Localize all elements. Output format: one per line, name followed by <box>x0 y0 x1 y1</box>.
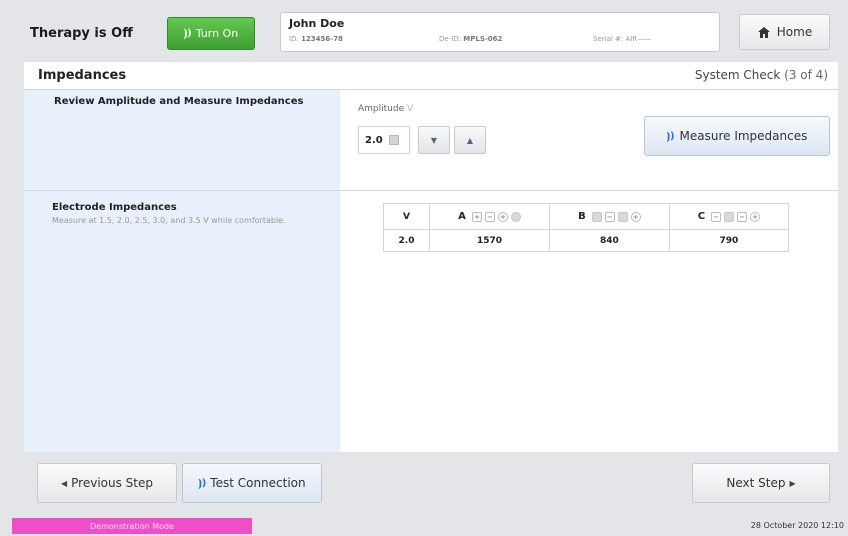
amplitude-section-title: Review Amplitude and Measure Impedances <box>54 96 304 107</box>
chevron-down-icon: ▼ <box>430 135 438 145</box>
divider <box>24 190 838 191</box>
turn-on-label: Turn On <box>195 27 239 40</box>
chevron-up-icon: ▲ <box>466 135 474 145</box>
caret-right-icon: ▶ <box>789 478 796 488</box>
patient-deid: De-ID: MPLS-062 <box>439 35 503 43</box>
amplitude-up-button[interactable]: ▲ <box>454 126 486 154</box>
turn-on-button[interactable]: ⦘) Turn On <box>167 17 255 50</box>
demo-mode-badge: Demonstration Mode <box>12 518 252 534</box>
plus-icon: + <box>471 211 482 222</box>
plus-circle-icon: + <box>750 211 761 222</box>
amplitude-label: Amplitude V <box>358 104 414 114</box>
electrode-section-title: Electrode Impedances <box>52 202 177 213</box>
top-bar: Therapy is Off ⦘) Turn On John Doe ID: 1… <box>0 0 848 62</box>
minus-icon: − <box>737 211 748 222</box>
minus-icon: − <box>604 211 615 222</box>
datetime: 28 October 2020 12:10 <box>750 521 844 530</box>
table-cell: 2.0 <box>383 229 430 252</box>
patient-card: John Doe ID: 123456-78 De-ID: MPLS-062 S… <box>280 12 720 52</box>
column-header-c: C − − + <box>668 203 790 230</box>
next-step-button[interactable]: Next Step ▶ <box>692 463 830 503</box>
test-connection-label: Test Connection <box>210 476 306 490</box>
divider <box>24 89 838 90</box>
left-column <box>24 90 340 452</box>
page-title: Impedances <box>38 68 127 83</box>
column-header-a: A + − + <box>429 203 550 230</box>
home-icon <box>757 26 770 38</box>
minus-icon: − <box>484 211 495 222</box>
table-cell: 1570 <box>429 229 550 252</box>
main-panel: Impedances System Check (3 of 4) Review … <box>24 62 838 452</box>
table-cell: 790 <box>668 229 790 252</box>
measure-impedances-label: Measure Impedances <box>679 129 808 143</box>
signal-wave-icon: ⦘) <box>198 477 207 489</box>
off-icon <box>591 211 602 222</box>
patient-serial: Serial #: AIR—— <box>593 35 652 43</box>
column-header-v: V <box>383 203 430 230</box>
test-connection-button[interactable]: ⦘) Test Connection <box>182 463 322 503</box>
amplitude-value: 2.0 <box>365 134 383 146</box>
system-check-label: System Check <box>694 68 781 82</box>
next-step-label: Next Step <box>726 476 786 490</box>
previous-step-button[interactable]: ◀ Previous Step <box>37 463 177 503</box>
impedance-table: V A + − + B − + C − − + 2.0 1570 840 790 <box>383 203 790 252</box>
patient-id: ID: 123456-78 <box>289 35 343 43</box>
system-check-progress: System Check (3 of 4) <box>695 68 828 82</box>
case-icon <box>510 211 521 222</box>
off-icon <box>724 211 735 222</box>
keypad-icon <box>388 135 399 145</box>
minus-icon: − <box>711 211 722 222</box>
measure-impedances-button[interactable]: ⦘) Measure Impedances <box>644 116 830 156</box>
plus-circle-icon: + <box>497 211 508 222</box>
table-cell: 840 <box>549 229 670 252</box>
home-label: Home <box>776 25 813 39</box>
previous-step-label: Previous Step <box>71 476 153 490</box>
electrode-section-description: Measure at 1.5, 2.0, 2.5, 3.0, and 3.5 V… <box>52 216 286 225</box>
signal-wave-icon: ⦘) <box>183 28 192 39</box>
column-header-b: B − + <box>549 203 670 230</box>
caret-left-icon: ◀ <box>60 478 68 488</box>
table-header-row: V A + − + B − + C − − + <box>383 203 790 230</box>
step-count: (3 of 4) <box>784 68 828 82</box>
signal-wave-icon: ⦘) <box>666 130 675 142</box>
home-button[interactable]: Home <box>739 14 830 50</box>
amplitude-down-button[interactable]: ▼ <box>418 126 450 154</box>
amplitude-value-field[interactable]: 2.0 <box>358 126 410 154</box>
patient-name: John Doe <box>289 17 345 30</box>
off-icon <box>617 211 628 222</box>
plus-circle-icon: + <box>630 211 641 222</box>
therapy-status: Therapy is Off <box>30 26 133 41</box>
table-row: 2.0 1570 840 790 <box>383 229 790 252</box>
